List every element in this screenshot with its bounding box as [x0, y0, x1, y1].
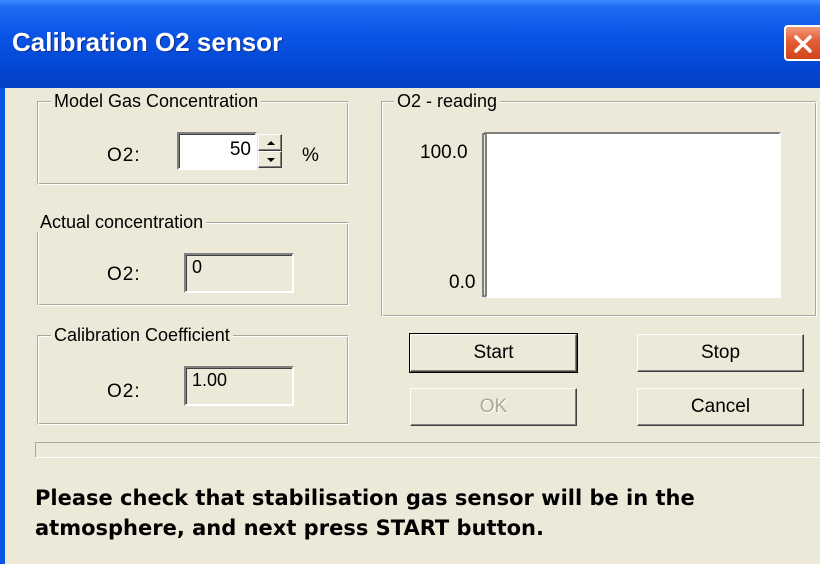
coefficient-o2-label: O2:: [107, 381, 141, 402]
chart-plot-area: [485, 132, 781, 298]
stop-button[interactable]: Stop: [637, 334, 804, 372]
progress-bar: [35, 442, 820, 458]
title-bar[interactable]: Calibration O2 sensor: [0, 0, 820, 88]
instruction-message: Please check that stabilisation gas sens…: [35, 486, 695, 540]
model-gas-o2-input[interactable]: 50: [177, 132, 257, 170]
o2-reading-legend: O2 - reading: [394, 91, 501, 111]
window-title: Calibration O2 sensor: [12, 27, 283, 57]
coefficient-o2-field: 1.00: [184, 366, 294, 406]
actual-concentration-legend: Actual concentration: [37, 212, 207, 232]
actual-o2-label: O2:: [107, 264, 141, 285]
close-button[interactable]: [784, 25, 820, 61]
ok-button[interactable]: OK: [410, 388, 577, 426]
y-tick-min: 0.0: [449, 272, 476, 293]
y-tick-max: 100.0: [420, 142, 468, 163]
cancel-button[interactable]: Cancel: [637, 388, 804, 426]
start-button[interactable]: Start: [409, 333, 578, 373]
spin-up-button[interactable]: [258, 134, 282, 151]
model-gas-legend: Model Gas Concentration: [51, 91, 262, 111]
percent-unit-label: %: [302, 145, 320, 166]
calibration-coefficient-legend: Calibration Coefficient: [51, 325, 233, 345]
actual-o2-field: 0: [184, 253, 294, 293]
model-gas-o2-label: O2:: [107, 145, 141, 166]
spin-down-button[interactable]: [258, 151, 282, 168]
